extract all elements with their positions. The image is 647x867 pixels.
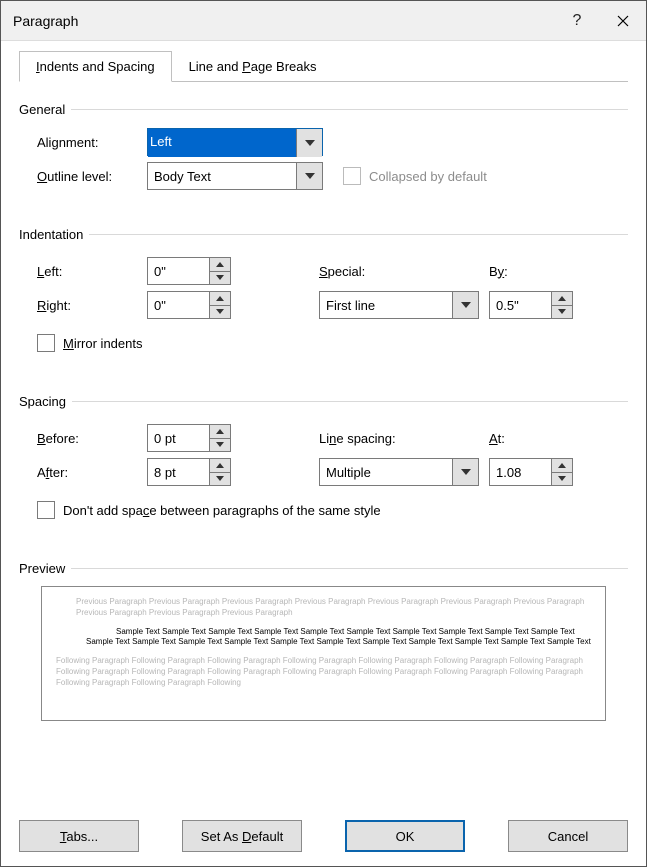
indent-right-spinner[interactable]: 0" [147, 291, 231, 319]
dont-add-space-label: Don't add space between paragraphs of th… [63, 503, 381, 518]
at-spinner[interactable]: 1.08 [489, 458, 573, 486]
linespacing-label: Line spacing: [319, 431, 489, 446]
preview-box: Previous Paragraph Previous Paragraph Pr… [41, 586, 606, 721]
set-as-default-button[interactable]: Set As Default [182, 820, 302, 852]
spinner-down-icon[interactable] [209, 271, 231, 286]
titlebar: Paragraph ? [1, 1, 646, 41]
collapsed-label: Collapsed by default [369, 169, 487, 184]
section-indentation: Indentation [19, 227, 628, 242]
at-value[interactable]: 1.08 [489, 458, 551, 486]
before-value[interactable]: 0 pt [147, 424, 209, 452]
mirror-indents-checkbox[interactable] [37, 334, 55, 352]
close-button[interactable] [600, 1, 646, 41]
preview-sample: Sample Text Sample Text Sample Text Samp… [56, 627, 591, 649]
indent-right-label: Right: [37, 298, 147, 313]
spinner-down-icon[interactable] [209, 305, 231, 320]
after-spinner[interactable]: 8 pt [147, 458, 231, 486]
indent-right-value[interactable]: 0" [147, 291, 209, 319]
spinner-up-icon[interactable] [209, 424, 231, 438]
window-title: Paragraph [13, 13, 554, 29]
indent-left-label: Left: [37, 264, 147, 279]
alignment-label: Alignment: [37, 135, 147, 150]
dropdown-arrow-icon[interactable] [453, 291, 479, 319]
dropdown-arrow-icon[interactable] [453, 458, 479, 486]
at-label: At: [489, 431, 505, 446]
by-spinner[interactable]: 0.5" [489, 291, 573, 319]
alignment-value: Left [148, 129, 296, 157]
special-label: Special: [319, 264, 489, 279]
outline-level-value: Body Text [147, 162, 297, 190]
tab-line-page-breaks[interactable]: Line and Page Breaks [172, 51, 334, 82]
by-label: By: [489, 264, 508, 279]
indent-left-value[interactable]: 0" [147, 257, 209, 285]
spinner-up-icon[interactable] [209, 291, 231, 305]
linespacing-value: Multiple [319, 458, 453, 486]
section-general: General [19, 102, 628, 117]
after-label: After: [37, 465, 147, 480]
tab-body: General Alignment: Left Outline level: B… [19, 81, 628, 800]
before-spinner[interactable]: 0 pt [147, 424, 231, 452]
special-value: First line [319, 291, 453, 319]
tabs-button[interactable]: Tabs... [19, 820, 139, 852]
tab-indents-spacing[interactable]: Indents and Spacing [19, 51, 172, 82]
spinner-up-icon[interactable] [551, 291, 573, 305]
spinner-up-icon[interactable] [209, 458, 231, 472]
help-button[interactable]: ? [554, 1, 600, 41]
preview-following: Following Paragraph Following Paragraph … [56, 656, 591, 688]
ok-button[interactable]: OK [345, 820, 465, 852]
spinner-up-icon[interactable] [209, 257, 231, 271]
spinner-down-icon[interactable] [209, 438, 231, 453]
spinner-down-icon[interactable] [551, 305, 573, 320]
spinner-down-icon[interactable] [209, 472, 231, 487]
dropdown-arrow-icon[interactable] [296, 129, 322, 157]
close-icon [617, 15, 629, 27]
section-preview: Preview [19, 561, 628, 576]
preview-previous: Previous Paragraph Previous Paragraph Pr… [56, 597, 591, 619]
section-spacing: Spacing [19, 394, 628, 409]
spinner-up-icon[interactable] [551, 458, 573, 472]
alignment-combo[interactable]: Left [147, 128, 323, 156]
outline-level-label: Outline level: [37, 169, 147, 184]
dropdown-arrow-icon[interactable] [297, 162, 323, 190]
mirror-indents-label: Mirror indents [63, 336, 142, 351]
outline-level-combo[interactable]: Body Text [147, 162, 323, 190]
linespacing-combo[interactable]: Multiple [319, 458, 479, 486]
by-value[interactable]: 0.5" [489, 291, 551, 319]
special-combo[interactable]: First line [319, 291, 479, 319]
spinner-down-icon[interactable] [551, 472, 573, 487]
tab-strip: Indents and Spacing Line and Page Breaks [19, 51, 628, 82]
before-label: Before: [37, 431, 147, 446]
dont-add-space-checkbox[interactable] [37, 501, 55, 519]
indent-left-spinner[interactable]: 0" [147, 257, 231, 285]
dialog-buttons: Tabs... Set As Default OK Cancel [19, 820, 628, 852]
cancel-button[interactable]: Cancel [508, 820, 628, 852]
after-value[interactable]: 8 pt [147, 458, 209, 486]
collapsed-checkbox [343, 167, 361, 185]
